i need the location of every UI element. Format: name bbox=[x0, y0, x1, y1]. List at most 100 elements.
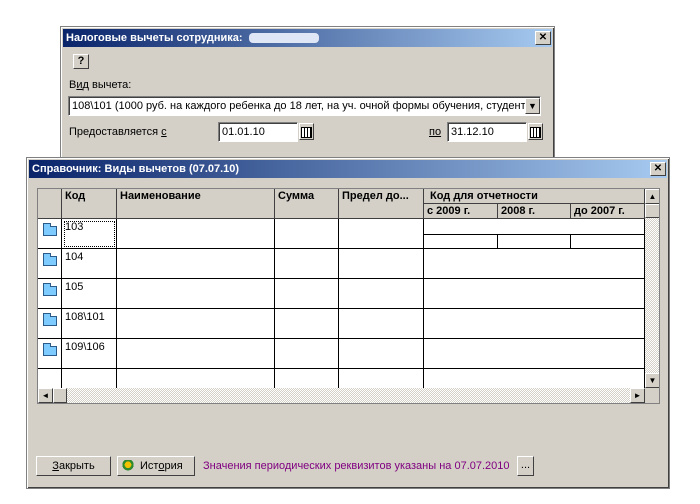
cell-code[interactable]: 105 bbox=[62, 279, 117, 309]
row-indicator bbox=[38, 249, 62, 279]
help-icon: ? bbox=[77, 55, 85, 67]
cell-name[interactable] bbox=[117, 339, 275, 369]
cell-limit[interactable] bbox=[339, 249, 424, 279]
folder-icon bbox=[43, 343, 57, 356]
deduction-types-directory-window: Справочник: Виды вычетов (07.07.10) ✕ Ко… bbox=[26, 157, 670, 489]
folder-icon bbox=[43, 253, 57, 266]
code-value: 109\106 bbox=[65, 341, 105, 353]
arrow-left-icon: ◄ bbox=[41, 391, 50, 400]
history-button[interactable]: История bbox=[117, 456, 195, 476]
directory-titlebar[interactable]: Справочник: Виды вычетов (07.07.10) bbox=[29, 160, 667, 178]
row-indicator bbox=[38, 219, 62, 249]
header-report-2009[interactable]: с 2009 г. bbox=[424, 204, 498, 219]
history-icon bbox=[122, 460, 134, 473]
header-indicator bbox=[38, 189, 62, 219]
cell-limit[interactable] bbox=[339, 339, 424, 369]
cell-report-code[interactable] bbox=[424, 309, 645, 339]
cell-name[interactable] bbox=[117, 279, 275, 309]
code-value: 105 bbox=[65, 281, 84, 293]
periodic-values-status: Значения периодических реквизитов указан… bbox=[203, 460, 510, 472]
vertical-scroll-thumb[interactable] bbox=[645, 204, 659, 218]
horizontal-scroll-thumb[interactable] bbox=[53, 388, 67, 403]
table-row[interactable]: 108\101 bbox=[38, 309, 645, 339]
employee-name-redacted bbox=[248, 33, 319, 44]
date-to-calendar-button[interactable] bbox=[528, 123, 543, 140]
row-indicator bbox=[38, 279, 62, 309]
tax-deductions-title: Налоговые вычеты сотрудника: bbox=[66, 32, 243, 44]
row-indicator bbox=[38, 339, 62, 369]
cell-report-code[interactable] bbox=[424, 219, 645, 249]
row-indicator bbox=[38, 309, 62, 339]
deduction-types-grid[interactable]: Код Наименование Сумма Предел до... Код … bbox=[37, 188, 660, 404]
header-report-2007[interactable]: до 2007 г. bbox=[571, 204, 645, 219]
tax-deductions-close-button[interactable]: ✕ bbox=[535, 31, 551, 45]
table-row[interactable]: 109\106 bbox=[38, 339, 645, 369]
cell-code[interactable]: 108\101 bbox=[62, 309, 117, 339]
header-report-2008[interactable]: 2008 г. bbox=[498, 204, 571, 219]
more-button[interactable]: ... bbox=[517, 456, 534, 476]
date-from-calendar-button[interactable] bbox=[299, 123, 314, 140]
header-limit[interactable]: Предел до... bbox=[339, 189, 424, 219]
table-row[interactable]: 104 bbox=[38, 249, 645, 279]
cell-name[interactable] bbox=[117, 309, 275, 339]
header-sum[interactable]: Сумма bbox=[275, 189, 339, 219]
folder-icon bbox=[43, 283, 57, 296]
arrow-down-icon: ▼ bbox=[648, 376, 657, 385]
cell-name[interactable] bbox=[117, 219, 275, 249]
to-label: по bbox=[429, 126, 442, 138]
vertical-scrollbar[interactable]: ▲ ▼ bbox=[645, 189, 659, 388]
cell-code[interactable]: 109\106 bbox=[62, 339, 117, 369]
folder-icon bbox=[43, 223, 57, 236]
scroll-up-button[interactable]: ▲ bbox=[645, 189, 659, 204]
scroll-left-button[interactable]: ◄ bbox=[38, 388, 53, 403]
date-to-field[interactable]: 31.12.10 bbox=[447, 122, 527, 142]
cell-sum[interactable] bbox=[275, 279, 339, 309]
date-from-field[interactable]: 01.01.10 bbox=[218, 122, 298, 142]
cell-sum[interactable] bbox=[275, 249, 339, 279]
chevron-down-icon: ▼ bbox=[528, 101, 537, 111]
scroll-right-button[interactable]: ► bbox=[630, 388, 645, 403]
arrow-right-icon: ► bbox=[633, 391, 642, 400]
tax-deductions-dialog: Налоговые вычеты сотрудника: ✕ ? Вид выч… bbox=[60, 26, 555, 162]
deduction-type-select[interactable]: 108\101 (1000 руб. на каждого ребенка до… bbox=[68, 96, 541, 116]
cell-limit[interactable] bbox=[339, 279, 424, 309]
cell-limit[interactable] bbox=[339, 309, 424, 339]
cell-sum[interactable] bbox=[275, 339, 339, 369]
header-report-code[interactable]: Код для отчетности bbox=[424, 189, 645, 204]
deduction-type-label: Вид вычета: bbox=[69, 79, 132, 91]
header-code[interactable]: Код bbox=[62, 189, 117, 219]
table-row[interactable]: 103 bbox=[38, 219, 645, 249]
cell-report-2009[interactable] bbox=[424, 234, 498, 248]
cell-sum[interactable] bbox=[275, 309, 339, 339]
cell-code[interactable]: 103 bbox=[62, 219, 117, 249]
code-value: 108\101 bbox=[65, 311, 105, 323]
cell-sum[interactable] bbox=[275, 219, 339, 249]
cell-report-code[interactable] bbox=[424, 279, 645, 309]
calendar-icon bbox=[301, 127, 312, 138]
cell-name[interactable] bbox=[117, 249, 275, 279]
scroll-down-button[interactable]: ▼ bbox=[645, 373, 659, 388]
cell-report-2007[interactable] bbox=[571, 234, 645, 248]
cell-report-code[interactable] bbox=[424, 249, 645, 279]
tax-deductions-titlebar[interactable]: Налоговые вычеты сотрудника: bbox=[63, 29, 552, 47]
directory-title: Справочник: Виды вычетов (07.07.10) bbox=[32, 163, 240, 175]
code-value: 103 bbox=[65, 221, 84, 233]
cell-limit[interactable] bbox=[339, 219, 424, 249]
calendar-icon bbox=[530, 127, 541, 138]
cell-report-2008[interactable] bbox=[498, 234, 571, 248]
close-button[interactable]: Закрыть bbox=[36, 456, 111, 476]
provided-from-label: Предоставляется с bbox=[69, 126, 167, 138]
deduction-type-dropdown-button[interactable]: ▼ bbox=[525, 98, 540, 114]
cell-report-code[interactable] bbox=[424, 339, 645, 369]
table-row[interactable]: 105 bbox=[38, 279, 645, 309]
cell-code[interactable]: 104 bbox=[62, 249, 117, 279]
code-value: 104 bbox=[65, 251, 84, 263]
header-name[interactable]: Наименование bbox=[117, 189, 275, 219]
help-button[interactable]: ? bbox=[73, 54, 89, 69]
arrow-up-icon: ▲ bbox=[648, 192, 657, 201]
folder-icon bbox=[43, 313, 57, 326]
directory-close-button[interactable]: ✕ bbox=[650, 162, 666, 176]
horizontal-scrollbar[interactable]: ◄ ► bbox=[38, 388, 645, 403]
scroll-corner bbox=[645, 388, 659, 403]
deduction-type-value: 108\101 (1000 руб. на каждого ребенка до… bbox=[72, 100, 526, 112]
